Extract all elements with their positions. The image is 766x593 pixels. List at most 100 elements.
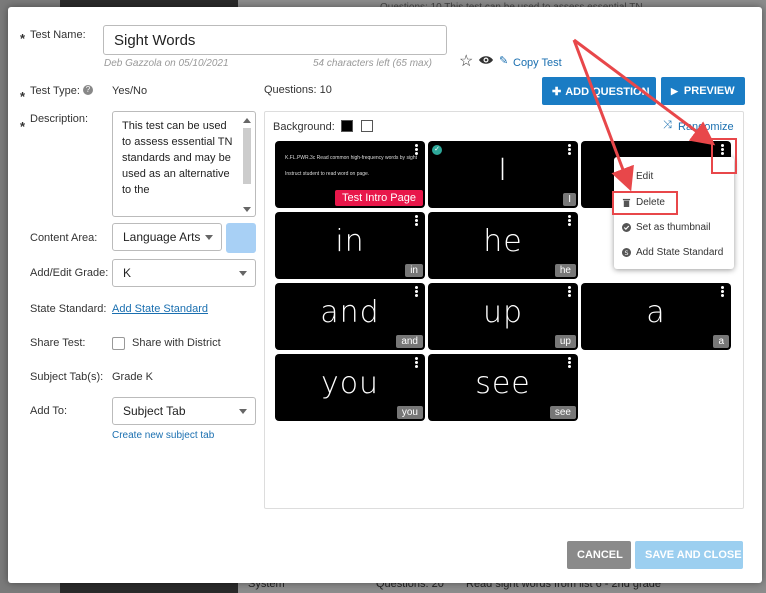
card-tag: he xyxy=(554,264,576,277)
required-marker: * xyxy=(20,31,26,46)
description-textarea[interactable]: This test can be used to assess essentia… xyxy=(112,111,256,217)
card-word: up xyxy=(482,295,524,330)
menu-item-thumbnail-label: Set as thumbnail xyxy=(636,222,711,233)
more-options-icon[interactable] xyxy=(415,144,418,156)
required-marker: * xyxy=(20,119,26,134)
card-word: I xyxy=(498,153,508,188)
menu-item-thumbnail[interactable]: Set as thumbnail xyxy=(622,222,711,233)
annotation-box-menu-dots xyxy=(711,138,737,174)
card-word: in xyxy=(335,224,365,259)
add-to-value: Subject Tab xyxy=(123,404,186,418)
eye-icon[interactable] xyxy=(478,54,494,66)
question-card[interactable]: in in xyxy=(275,212,425,279)
save-and-close-button[interactable]: SAVE AND CLOSE xyxy=(635,541,743,569)
add-to-label: Add To: xyxy=(30,405,68,417)
edit-icon xyxy=(622,172,631,181)
menu-item-edit-label: Edit xyxy=(636,171,654,182)
question-card-intro[interactable]: K.FL.PWR.3c Read common high-frequency w… xyxy=(275,141,425,208)
add-state-standard-link[interactable]: Add State Standard xyxy=(112,303,208,315)
svg-text:S: S xyxy=(625,250,629,257)
background-black-swatch[interactable] xyxy=(341,120,353,132)
help-icon[interactable]: ? xyxy=(83,85,93,95)
scroll-down-icon[interactable] xyxy=(243,207,251,212)
menu-item-add-standard[interactable]: S Add State Standard xyxy=(622,247,723,258)
star-icon[interactable]: ☆ xyxy=(459,51,473,71)
preview-button[interactable]: ▶ PREVIEW xyxy=(661,77,745,105)
chevron-down-icon xyxy=(205,235,213,240)
pencil-icon[interactable]: ✎ xyxy=(499,54,508,67)
content-area-value: Language Arts xyxy=(123,230,201,244)
play-icon: ▶ xyxy=(671,86,678,96)
card-word: he xyxy=(483,224,523,259)
intro-page-tag: Test Intro Page xyxy=(335,190,423,206)
question-card[interactable]: and and xyxy=(275,283,425,350)
add-question-label: ADD QUESTION xyxy=(565,86,650,98)
question-card[interactable]: you you xyxy=(275,354,425,421)
question-card[interactable]: he he xyxy=(428,212,578,279)
card-tag: see xyxy=(549,406,576,419)
question-card[interactable]: see see xyxy=(428,354,578,421)
card-tag: up xyxy=(554,335,576,348)
question-card[interactable]: up up xyxy=(428,283,578,350)
more-options-icon[interactable] xyxy=(415,357,418,369)
description-label: Description: xyxy=(30,113,89,125)
description-text: This test can be used to assess essentia… xyxy=(122,120,233,196)
test-name-label: Test Name: xyxy=(30,29,86,41)
menu-item-add-standard-label: Add State Standard xyxy=(636,247,724,258)
card-word: a xyxy=(646,295,666,330)
more-options-icon[interactable] xyxy=(415,215,418,227)
more-options-icon[interactable] xyxy=(721,286,724,298)
shuffle-icon[interactable]: ⤨ xyxy=(663,119,672,132)
copy-test-link[interactable]: Copy Test xyxy=(513,57,562,69)
more-options-icon[interactable] xyxy=(568,286,571,298)
share-test-label: Share Test: xyxy=(30,337,86,349)
background-label: Background: xyxy=(273,121,335,133)
card-tag: I xyxy=(563,193,576,206)
content-area-color-swatch[interactable] xyxy=(226,223,256,253)
more-options-icon[interactable] xyxy=(568,215,571,227)
check-circle-icon xyxy=(622,223,631,232)
randomize-link[interactable]: Randomize xyxy=(678,121,734,133)
preview-label: PREVIEW xyxy=(683,85,735,97)
menu-item-edit[interactable]: Edit xyxy=(622,171,653,182)
intro-standard-text: K.FL.PWR.3c Read common high-frequency w… xyxy=(285,155,417,161)
card-tag: and xyxy=(396,335,423,348)
description-scrollbar[interactable] xyxy=(241,114,253,214)
card-tag: you xyxy=(396,406,423,419)
more-options-icon[interactable] xyxy=(415,286,418,298)
questions-count-text: Questions: 10 xyxy=(264,84,332,96)
questions-count: Questions: 10 xyxy=(264,84,332,96)
content-area-label: Content Area: xyxy=(30,232,98,244)
share-district-checkbox[interactable] xyxy=(112,337,125,350)
share-district-label: Share with District xyxy=(132,337,221,349)
annotation-box-delete xyxy=(612,191,678,215)
intro-instruction-text: Instruct student to read word on page. xyxy=(285,171,370,177)
more-options-icon[interactable] xyxy=(568,144,571,156)
question-card[interactable]: a a xyxy=(581,283,731,350)
subject-tabs-value: Grade K xyxy=(112,371,153,383)
test-type-label: Test Type: xyxy=(30,85,80,97)
test-type-value: Yes/No xyxy=(112,85,148,97)
scroll-thumb[interactable] xyxy=(243,128,251,184)
background-white-swatch[interactable] xyxy=(361,120,373,132)
content-area-select[interactable]: Language Arts xyxy=(112,223,222,251)
scroll-up-icon[interactable] xyxy=(243,118,251,123)
plus-icon: ✚ xyxy=(552,86,562,98)
cancel-button[interactable]: CANCEL xyxy=(567,541,631,569)
card-tag: a xyxy=(713,335,729,348)
state-standard-label: State Standard: xyxy=(30,303,107,315)
card-word: and xyxy=(320,295,380,330)
subject-tabs-label: Subject Tab(s): xyxy=(30,371,104,383)
grade-select[interactable]: K xyxy=(112,259,256,287)
question-card[interactable]: ✓ I I xyxy=(428,141,578,208)
test-name-input[interactable]: Sight Words xyxy=(103,25,447,55)
card-word: see xyxy=(475,366,531,401)
chevron-down-icon xyxy=(239,409,247,414)
add-question-button[interactable]: ✚ ADD QUESTION xyxy=(542,77,656,105)
add-to-select[interactable]: Subject Tab xyxy=(112,397,256,425)
chevron-down-icon xyxy=(239,271,247,276)
standard-icon: S xyxy=(622,248,631,257)
more-options-icon[interactable] xyxy=(568,357,571,369)
card-tag: in xyxy=(405,264,423,277)
create-subject-tab-link[interactable]: Create new subject tab xyxy=(112,430,214,441)
